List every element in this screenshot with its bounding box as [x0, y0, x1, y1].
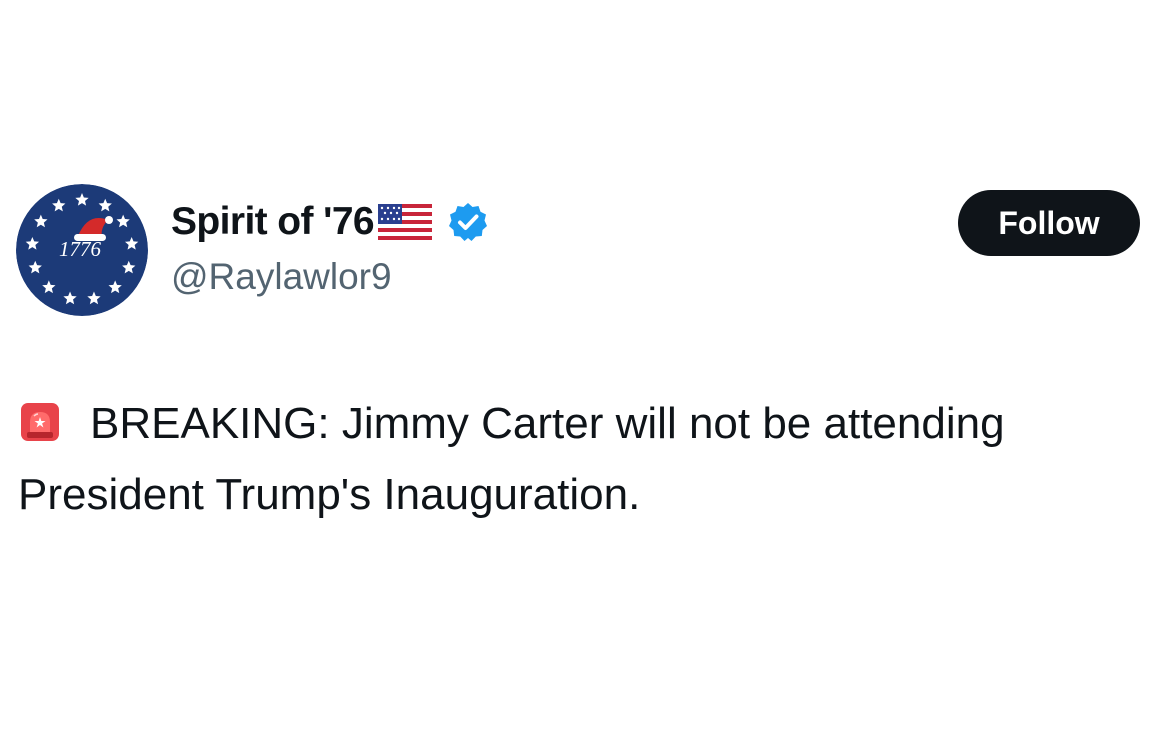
siren-icon: [18, 394, 62, 441]
tweet-text: BREAKING: Jimmy Carter will not be atten…: [18, 399, 1005, 519]
author-handle[interactable]: @Raylawlor9: [171, 256, 392, 298]
avatar[interactable]: 1776: [16, 184, 148, 316]
author-name-row: Spirit of '76: [171, 196, 489, 248]
avatar-year-text: 1776: [59, 237, 102, 261]
follow-button[interactable]: Follow: [958, 190, 1140, 256]
us-flag-icon: [378, 204, 433, 240]
display-name[interactable]: Spirit of '76: [171, 200, 375, 244]
verified-badge-icon[interactable]: [447, 201, 489, 243]
avatar-image: 1776: [16, 184, 148, 316]
tweet: 1776 Spirit of '76 @Raylawlor9 Follow BR…: [0, 0, 1154, 752]
tweet-text-block: BREAKING: Jimmy Carter will not be atten…: [18, 388, 1138, 530]
